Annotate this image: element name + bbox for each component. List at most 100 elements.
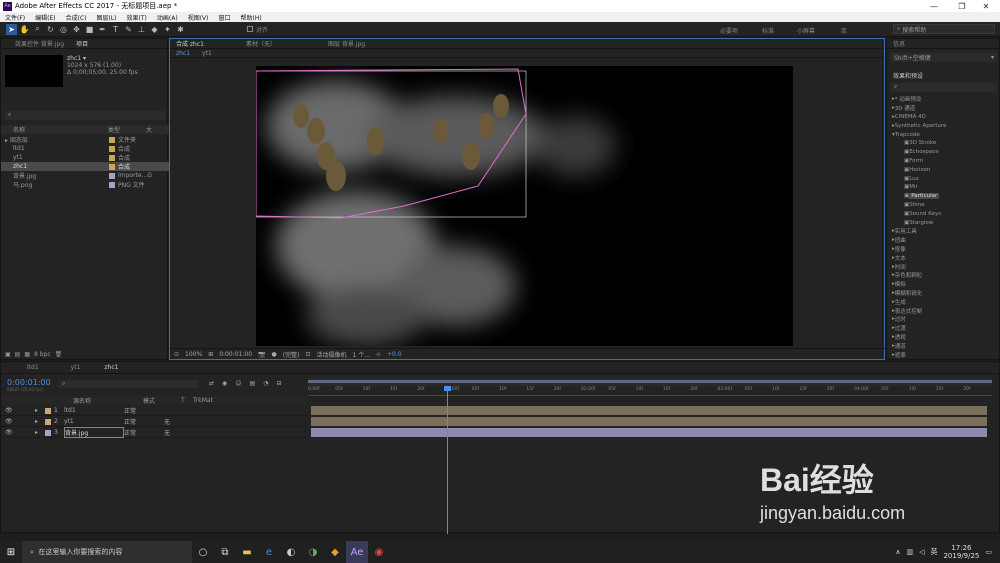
cortana-icon[interactable]: ○ xyxy=(192,541,214,563)
visibility-eye-icon[interactable]: 👁 xyxy=(5,407,35,414)
zoom-tool-icon[interactable]: ⌕ xyxy=(32,24,43,35)
menu-window[interactable]: 窗口 xyxy=(213,13,235,22)
eraser-tool-icon[interactable]: ◆ xyxy=(149,24,160,35)
layer-bar-background[interactable] xyxy=(311,428,987,437)
effect-category[interactable]: ▸ 通道 xyxy=(890,341,998,350)
tab-project[interactable]: 项目 xyxy=(70,39,94,48)
shy-icon[interactable]: ☺ xyxy=(235,380,241,387)
time-ruler[interactable]: 0:00f 05f 10f 15f 20f 01:00f 05f 10f 15f 20f 02:00… xyxy=(308,386,992,396)
file-explorer-icon[interactable]: ▬ xyxy=(236,541,258,563)
effect-item[interactable]: ▣ Lux xyxy=(890,174,998,183)
puppet-tool-icon[interactable]: ✱ xyxy=(175,24,186,35)
visibility-eye-icon[interactable]: 👁 xyxy=(5,418,35,425)
effect-item[interactable]: ▣ Form xyxy=(890,157,998,166)
effect-item[interactable]: ▣ Shine xyxy=(890,201,998,210)
timeline-search-input[interactable]: ⌕ xyxy=(59,380,199,388)
exposure-value[interactable]: +0.0 xyxy=(387,351,402,358)
close-button[interactable]: ✕ xyxy=(972,0,1000,12)
new-folder-icon[interactable]: ▤ xyxy=(15,351,21,358)
motion-blur-icon[interactable]: ◔ xyxy=(263,380,268,387)
layer-mode-select[interactable]: 正常 xyxy=(124,417,164,426)
snapshot-icon[interactable]: 📷 xyxy=(258,351,265,358)
subtab-zhc1[interactable]: zhc1 xyxy=(170,50,196,57)
effects-search-input[interactable]: ⌕ xyxy=(891,83,997,92)
layer-bar-ltd1[interactable] xyxy=(311,406,987,415)
list-item[interactable]: ▸ 固态层 文件夹 xyxy=(1,135,169,144)
draft-3d-icon[interactable]: ◉ xyxy=(222,380,227,387)
list-item[interactable]: 马.png PNG 文件 xyxy=(1,180,169,189)
camera-select[interactable]: 活动摄像机 xyxy=(316,350,346,359)
col-t-header[interactable]: T xyxy=(181,397,193,404)
interpret-footage-icon[interactable]: ▣ xyxy=(5,351,11,358)
table-row[interactable]: 👁 ▸ 2 yt1 正常 无 xyxy=(1,417,307,427)
tab-info[interactable]: 信息 xyxy=(887,39,911,48)
layer-name[interactable]: ltd1 xyxy=(64,407,124,414)
layer-trkmat-select[interactable]: 无 xyxy=(164,417,198,426)
pan-behind-tool-icon[interactable]: ✥ xyxy=(71,24,82,35)
effect-category[interactable]: ▸ 透视 xyxy=(890,333,998,342)
expand-chevron-icon[interactable]: ▸ xyxy=(35,429,45,436)
after-effects-taskbar-icon[interactable]: Ae xyxy=(346,541,368,563)
workspace-essentials[interactable]: 必要项 xyxy=(720,26,738,35)
col-source-name-header[interactable]: 源名称 xyxy=(73,396,143,405)
effect-category[interactable]: ▸ 抠像 xyxy=(890,245,998,254)
input-language[interactable]: 英 xyxy=(930,547,937,557)
shape-tool-icon[interactable]: ■ xyxy=(84,24,95,35)
layer-mode-select[interactable]: 正常 xyxy=(124,406,164,415)
selection-tool-icon[interactable]: ➤ xyxy=(6,23,17,35)
effect-category[interactable]: ▸ Synthetic Aperture xyxy=(890,121,998,130)
label-color-swatch[interactable] xyxy=(45,407,51,414)
chrome-icon[interactable]: ◉ xyxy=(368,541,390,563)
work-area-bar[interactable] xyxy=(308,378,992,386)
work-area-range[interactable] xyxy=(308,380,992,383)
tab-effect-controls[interactable]: 效果控件 背景.jpg xyxy=(1,39,70,48)
region-icon[interactable]: ⊡ xyxy=(305,351,310,358)
shortcut-select[interactable]: Shift+空格键 ▾ xyxy=(891,53,997,62)
graph-editor-icon[interactable]: ⊟ xyxy=(276,380,281,387)
layer-name[interactable]: 背景.jpg xyxy=(64,427,124,438)
stamp-tool-icon[interactable]: ⊥ xyxy=(136,24,147,35)
notification-icon[interactable]: ▭ xyxy=(985,548,992,556)
taskbar-clock[interactable]: 17:26 2019/9/25 xyxy=(943,544,979,560)
project-search-input[interactable]: ⌕ xyxy=(5,111,165,120)
resolution-select[interactable]: (完整) xyxy=(283,350,300,359)
effect-category[interactable]: ▸ * 动画预设 xyxy=(890,95,998,104)
roto-tool-icon[interactable]: ✦ xyxy=(162,24,173,35)
effect-category[interactable]: ▸ 杂色和颗粒 xyxy=(890,271,998,280)
workspace-standard[interactable]: 标准 xyxy=(762,26,774,35)
menu-view[interactable]: 视图(V) xyxy=(183,13,214,22)
task-view-icon[interactable]: ⧉ xyxy=(214,541,236,563)
effect-category[interactable]: ▸ 文本 xyxy=(890,253,998,262)
list-item[interactable]: yt1 合成 xyxy=(1,153,169,162)
views-select[interactable]: 1 个... xyxy=(352,350,369,359)
layer-name[interactable]: yt1 xyxy=(64,418,124,425)
effect-category[interactable]: ▸ 3D 通道 xyxy=(890,104,998,113)
frame-blending-icon[interactable]: ▤ xyxy=(250,380,256,387)
label-color-swatch[interactable] xyxy=(45,429,51,436)
comp-mini-flowchart-icon[interactable]: ⇄ xyxy=(209,380,214,387)
tab-timeline-zhc1[interactable]: zhc1 xyxy=(86,364,124,371)
menu-layer[interactable]: 图层(L) xyxy=(92,13,122,22)
network-icon[interactable]: ▥ xyxy=(906,548,913,556)
comp-viewer[interactable] xyxy=(255,66,793,346)
help-search-input[interactable]: ⌕ 搜索帮助 xyxy=(893,24,995,34)
effect-category[interactable]: ▾ Trapcode xyxy=(890,130,998,139)
menu-composition[interactable]: 合成(C) xyxy=(61,13,92,22)
effect-item[interactable]: ▣ Horizon xyxy=(890,165,998,174)
expand-chevron-icon[interactable]: ▸ xyxy=(35,418,45,425)
app-icon-2[interactable]: ◑ xyxy=(302,541,324,563)
effect-item[interactable]: ▣ Mir xyxy=(890,183,998,192)
effect-item[interactable]: ▣ Sound Keys xyxy=(890,209,998,218)
menu-edit[interactable]: 编辑(E) xyxy=(30,13,60,22)
brush-tool-icon[interactable]: ✎ xyxy=(123,24,134,35)
hand-tool-icon[interactable]: ✋ xyxy=(19,24,30,35)
workspace-libraries[interactable]: 库 xyxy=(841,26,847,35)
app-icon-3[interactable]: ◆ xyxy=(324,541,346,563)
expand-chevron-icon[interactable]: ▸ xyxy=(35,407,45,414)
channel-icon[interactable]: ● xyxy=(272,351,277,358)
menu-effect[interactable]: 效果(T) xyxy=(122,13,152,22)
camera-tool-icon[interactable]: ◎ xyxy=(58,24,69,35)
effect-category[interactable]: ▸ CINEMA 4D xyxy=(890,113,998,122)
text-tool-icon[interactable]: T xyxy=(110,24,121,35)
effect-category[interactable]: ▸ 生成 xyxy=(890,297,998,306)
